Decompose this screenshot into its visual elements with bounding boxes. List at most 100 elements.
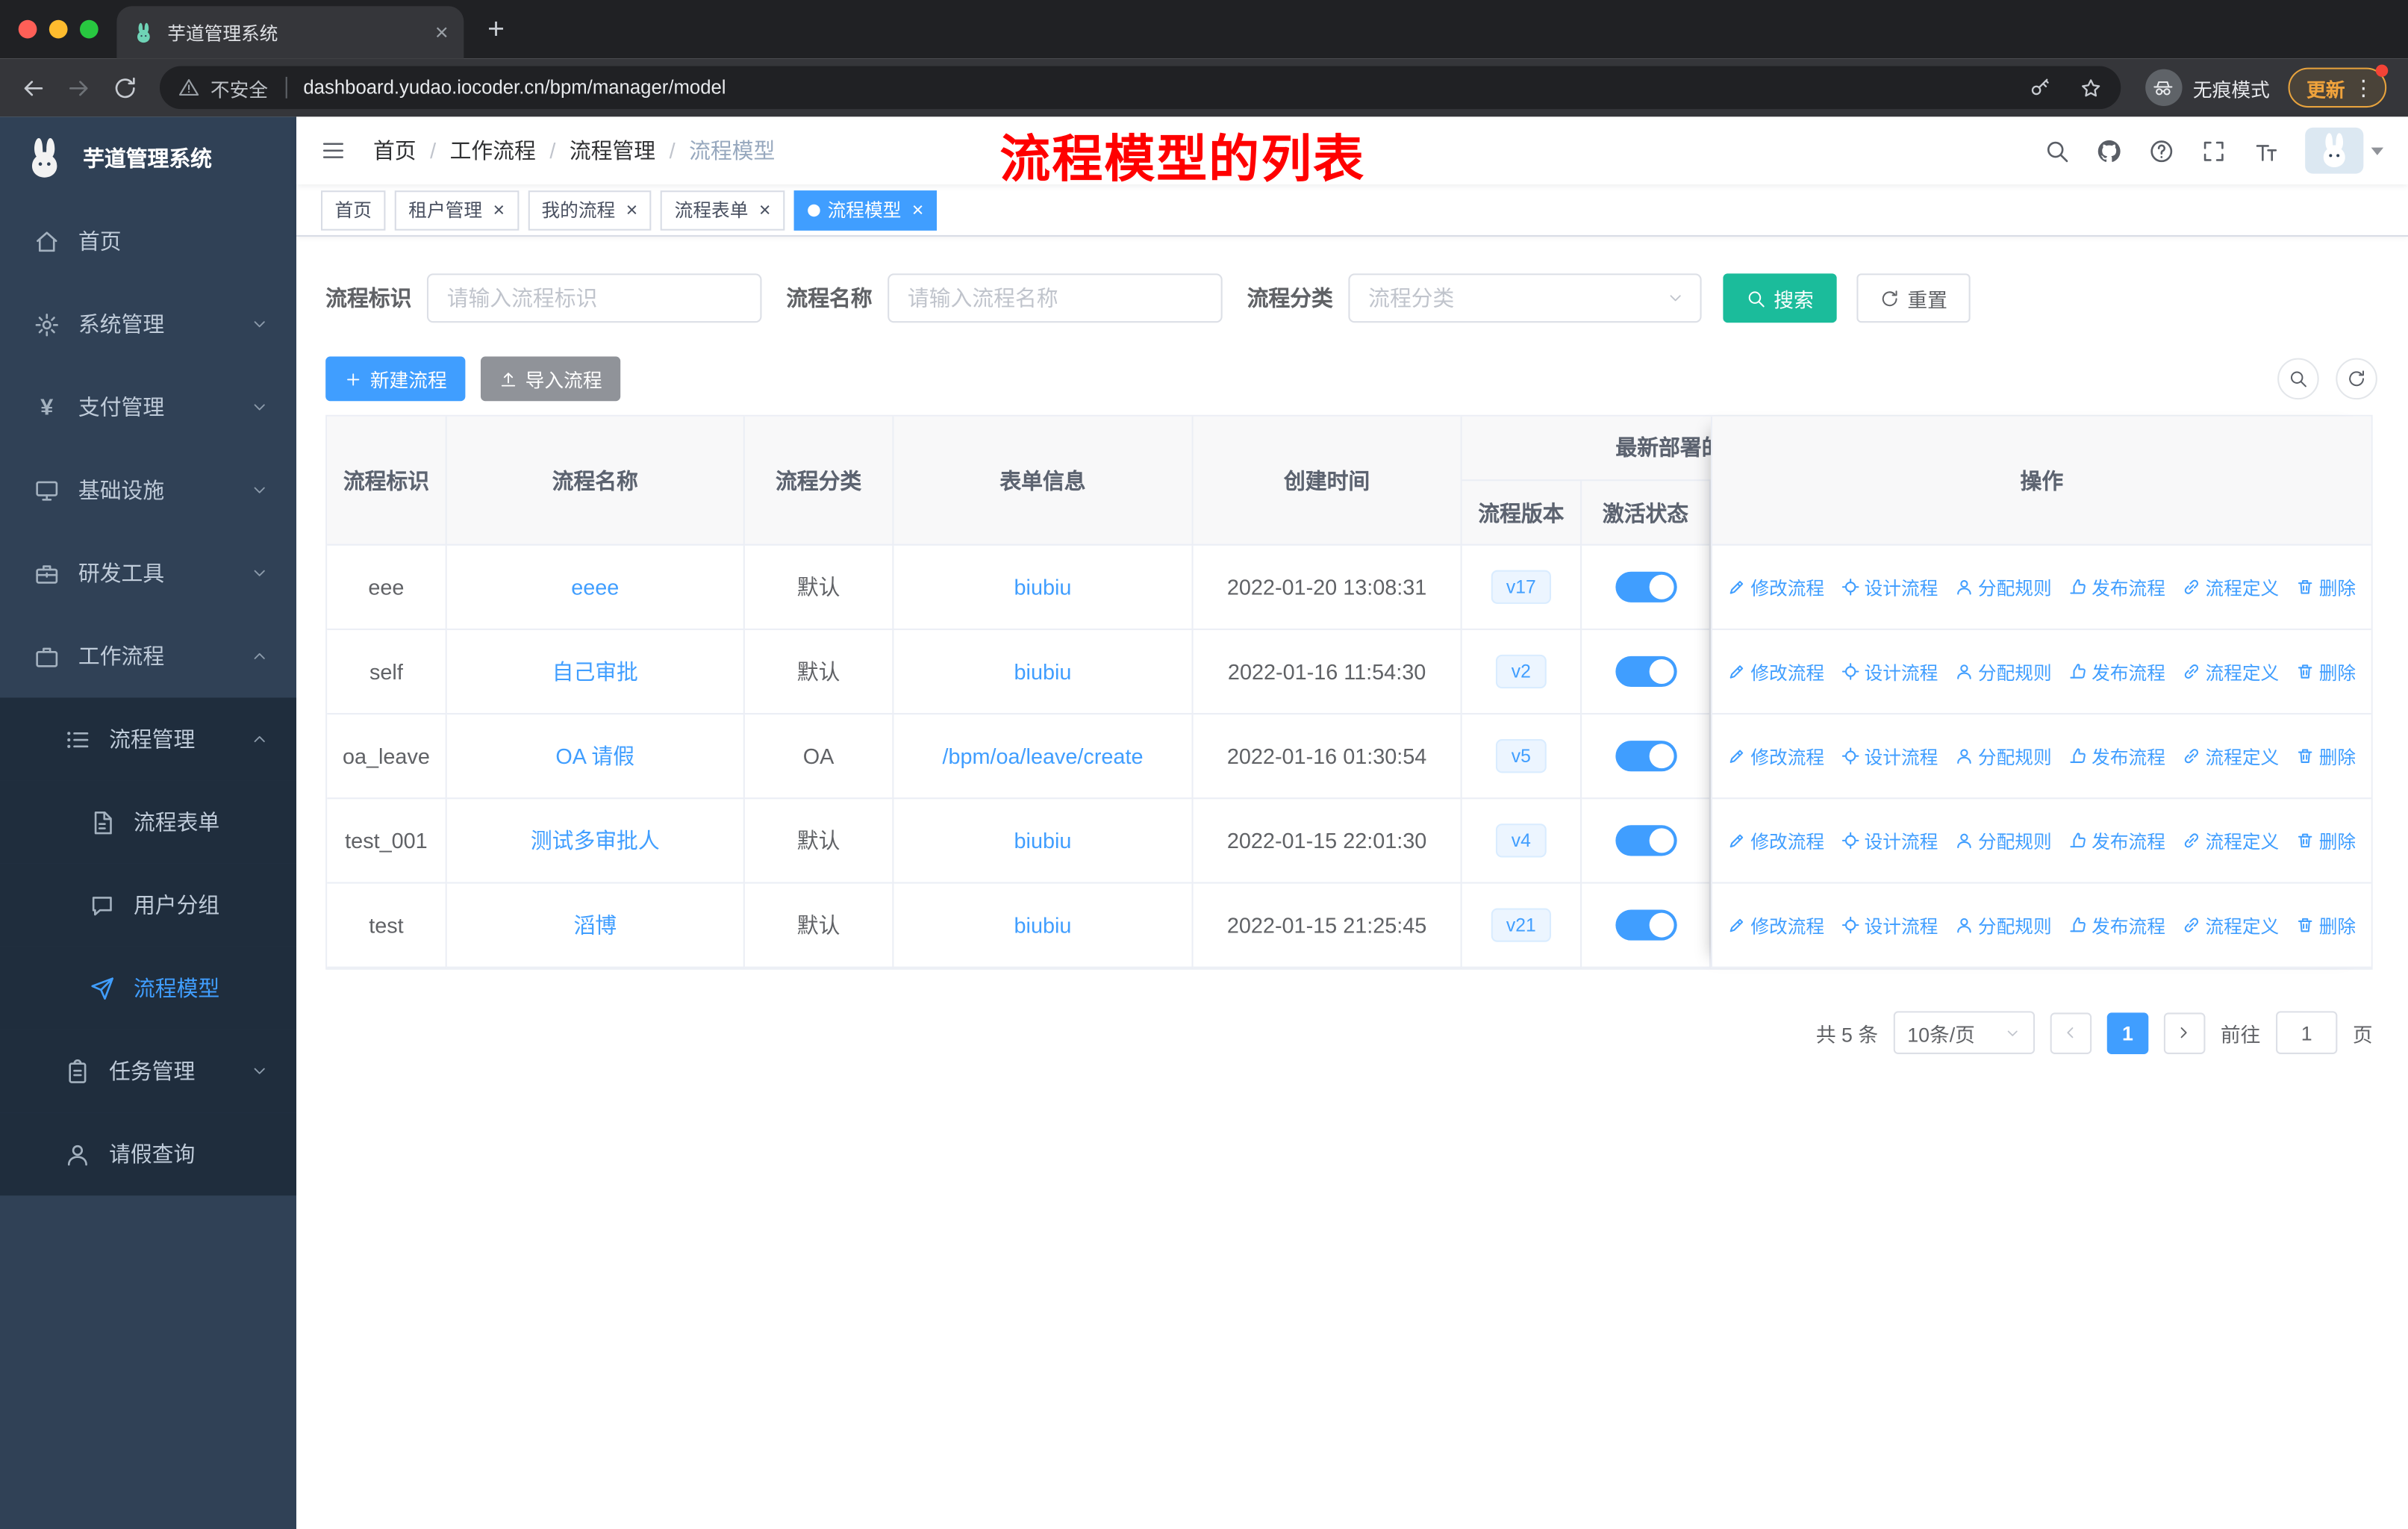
action-modify[interactable]: 修改流程 xyxy=(1727,743,1824,769)
breadcrumb-item[interactable]: 首页 xyxy=(373,135,417,166)
zoom-window-button[interactable] xyxy=(79,19,99,39)
sidebar-item-devtools[interactable]: 研发工具 xyxy=(0,532,296,614)
new-tab-button[interactable]: + xyxy=(476,12,516,52)
page-number-1[interactable]: 1 xyxy=(2106,1012,2149,1053)
sidebar-item-leave-query[interactable]: 请假查询 xyxy=(0,1112,297,1196)
import-process-button[interactable]: 导入流程 xyxy=(480,356,621,402)
process-name-link[interactable]: OA 请假 xyxy=(555,741,634,771)
breadcrumb-item[interactable]: 工作流程 xyxy=(450,135,536,166)
tag-tenant-management[interactable]: 租户管理 × xyxy=(394,190,519,230)
close-icon[interactable]: × xyxy=(493,200,505,220)
password-key-icon[interactable] xyxy=(2021,68,2060,108)
tag-home[interactable]: 首页 xyxy=(320,190,386,230)
form-info-link[interactable]: /bpm/oa/leave/create xyxy=(942,744,1143,768)
tag-process-form[interactable]: 流程表单 × xyxy=(661,190,785,230)
close-window-button[interactable] xyxy=(18,19,37,39)
toggle-search-button[interactable] xyxy=(2277,358,2319,400)
breadcrumb-item[interactable]: 流程管理 xyxy=(570,135,655,166)
goto-page-input[interactable] xyxy=(2276,1011,2338,1054)
action-definition[interactable]: 流程定义 xyxy=(2183,574,2279,600)
forward-button[interactable] xyxy=(55,64,102,110)
reset-button[interactable]: 重置 xyxy=(1856,273,1971,323)
sidebar-item-home[interactable]: 首页 xyxy=(0,200,296,283)
sidebar-item-process-management[interactable]: 流程管理 xyxy=(0,697,297,781)
action-modify[interactable]: 修改流程 xyxy=(1727,827,1824,853)
action-publish[interactable]: 发布流程 xyxy=(2068,912,2165,938)
user-menu[interactable] xyxy=(2305,127,2384,174)
process-name-link[interactable]: 自己审批 xyxy=(552,656,638,687)
action-definition[interactable]: 流程定义 xyxy=(2183,912,2279,938)
action-publish[interactable]: 发布流程 xyxy=(2068,658,2165,685)
action-design[interactable]: 设计流程 xyxy=(1841,912,1938,938)
reload-button[interactable] xyxy=(102,64,148,110)
form-info-link[interactable]: biubiu xyxy=(1014,913,1072,938)
sidebar-item-user-group[interactable]: 用户分组 xyxy=(0,863,297,947)
close-icon[interactable]: × xyxy=(626,200,638,220)
active-toggle[interactable] xyxy=(1615,571,1676,602)
process-id-input[interactable] xyxy=(426,273,762,323)
close-icon[interactable]: × xyxy=(759,200,771,220)
fullscreen-icon[interactable] xyxy=(2200,137,2227,164)
hamburger-icon[interactable] xyxy=(321,138,346,163)
action-definition[interactable]: 流程定义 xyxy=(2183,827,2279,853)
tag-my-process[interactable]: 我的流程 × xyxy=(527,190,652,230)
sidebar-item-task-management[interactable]: 任务管理 xyxy=(0,1030,297,1113)
action-modify[interactable]: 修改流程 xyxy=(1727,912,1824,938)
page-size-select[interactable]: 10条/页 xyxy=(1893,1011,2035,1054)
refresh-table-button[interactable] xyxy=(2336,358,2377,400)
active-toggle[interactable] xyxy=(1615,909,1676,941)
action-delete[interactable]: 删除 xyxy=(2296,743,2356,769)
tag-process-model[interactable]: 流程模型 × xyxy=(793,190,938,230)
action-assign[interactable]: 分配规则 xyxy=(1955,658,2052,685)
action-modify[interactable]: 修改流程 xyxy=(1727,574,1824,600)
action-assign[interactable]: 分配规则 xyxy=(1955,827,2052,853)
action-delete[interactable]: 删除 xyxy=(2296,574,2356,600)
sidebar-item-payment[interactable]: ¥ 支付管理 xyxy=(0,366,296,449)
action-design[interactable]: 设计流程 xyxy=(1841,743,1938,769)
process-name-link[interactable]: eeee xyxy=(571,575,619,600)
bookmark-star-icon[interactable] xyxy=(2071,68,2111,108)
action-delete[interactable]: 删除 xyxy=(2296,658,2356,685)
active-toggle[interactable] xyxy=(1615,655,1676,688)
process-name-link[interactable]: 滔博 xyxy=(573,910,617,941)
form-info-link[interactable]: biubiu xyxy=(1014,828,1072,853)
tab-close-icon[interactable]: × xyxy=(435,21,449,44)
sidebar-item-process-model[interactable]: 流程模型 xyxy=(0,946,297,1030)
action-modify[interactable]: 修改流程 xyxy=(1727,658,1824,685)
action-publish[interactable]: 发布流程 xyxy=(2068,743,2165,769)
search-icon[interactable] xyxy=(2044,137,2070,164)
sidebar-item-process-form[interactable]: 流程表单 xyxy=(0,780,297,864)
address-bar[interactable]: 不安全 dashboard.yudao.iocoder.cn/bpm/manag… xyxy=(159,66,2121,110)
action-assign[interactable]: 分配规则 xyxy=(1955,912,2052,938)
action-design[interactable]: 设计流程 xyxy=(1841,658,1938,685)
active-toggle[interactable] xyxy=(1615,741,1676,772)
browser-tab[interactable]: 芋道管理系统 × xyxy=(116,6,464,59)
next-page-button[interactable] xyxy=(2163,1012,2206,1053)
action-publish[interactable]: 发布流程 xyxy=(2068,574,2165,600)
prev-page-button[interactable] xyxy=(2050,1012,2092,1053)
action-design[interactable]: 设计流程 xyxy=(1841,827,1938,853)
github-icon[interactable] xyxy=(2096,137,2122,164)
sidebar-item-infrastructure[interactable]: 基础设施 xyxy=(0,449,296,532)
action-publish[interactable]: 发布流程 xyxy=(2068,827,2165,853)
category-select[interactable]: 流程分类 xyxy=(1348,273,1702,323)
minimize-window-button[interactable] xyxy=(49,19,68,39)
action-delete[interactable]: 删除 xyxy=(2296,912,2356,938)
action-assign[interactable]: 分配规则 xyxy=(1955,743,2052,769)
active-toggle[interactable] xyxy=(1615,825,1676,856)
process-name-link[interactable]: 测试多审批人 xyxy=(531,825,660,856)
search-button[interactable]: 搜索 xyxy=(1723,273,1837,323)
kebab-menu-icon[interactable]: ⋮ xyxy=(2353,77,2374,99)
process-name-input[interactable] xyxy=(888,273,1223,323)
help-icon[interactable] xyxy=(2148,137,2174,164)
sidebar-item-workflow[interactable]: 工作流程 xyxy=(0,614,296,697)
action-assign[interactable]: 分配规则 xyxy=(1955,574,2052,600)
form-info-link[interactable]: biubiu xyxy=(1014,575,1072,600)
action-delete[interactable]: 删除 xyxy=(2296,827,2356,853)
back-button[interactable] xyxy=(9,64,55,110)
security-label[interactable]: 不安全 xyxy=(210,73,268,102)
font-size-icon[interactable] xyxy=(2253,137,2279,164)
action-design[interactable]: 设计流程 xyxy=(1841,574,1938,600)
create-process-button[interactable]: 新建流程 xyxy=(325,356,466,402)
sidebar-item-system[interactable]: 系统管理 xyxy=(0,283,296,366)
